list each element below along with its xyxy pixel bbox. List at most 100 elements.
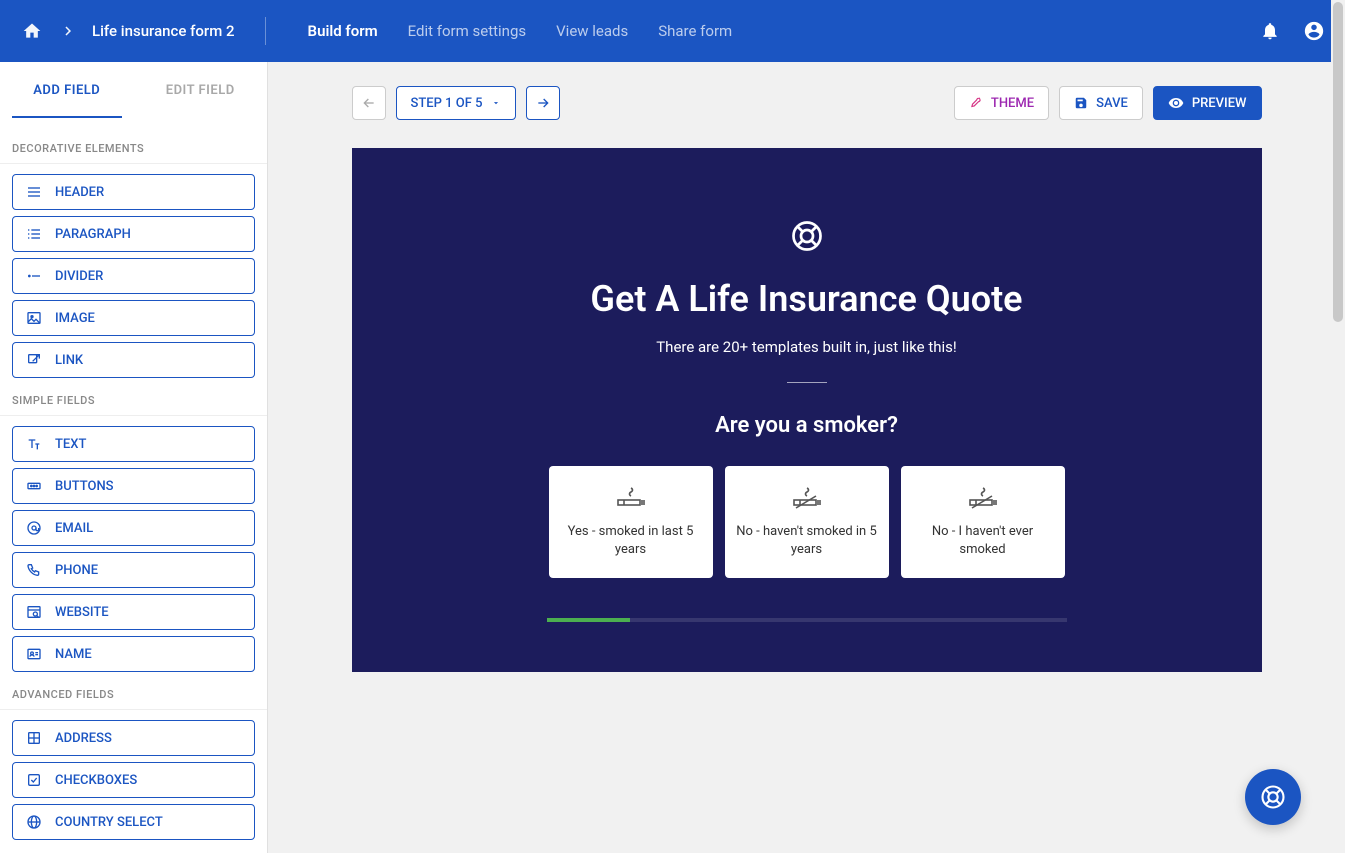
sidebar-tabs: ADD FIELD EDIT FIELD xyxy=(0,62,267,118)
section-title-simple: SIMPLE FIELDS xyxy=(0,378,267,416)
field-link[interactable]: LINK xyxy=(12,342,255,378)
section-title-decorative: DECORATIVE ELEMENTS xyxy=(0,118,267,164)
text-icon xyxy=(25,435,43,453)
progress-fill xyxy=(547,618,630,622)
field-list-simple: TEXT BUTTONS EMAIL PHONE WEBSITE NAME xyxy=(0,426,267,672)
field-label: TEXT xyxy=(55,437,86,452)
option-label: No - haven't smoked in 5 years xyxy=(735,523,879,558)
field-label: EMAIL xyxy=(55,521,93,536)
field-label: IMAGE xyxy=(55,311,95,326)
field-label: COUNTRY SELECT xyxy=(55,815,163,830)
header-icon xyxy=(25,183,43,201)
field-country-select[interactable]: COUNTRY SELECT xyxy=(12,804,255,840)
no-smoke-icon xyxy=(967,485,999,513)
sidebar-tab-add-field[interactable]: ADD FIELD xyxy=(0,62,134,118)
field-label: ADDRESS xyxy=(55,731,112,746)
field-label: BUTTONS xyxy=(55,479,114,494)
field-label: LINK xyxy=(55,353,83,368)
paragraph-icon xyxy=(25,225,43,243)
field-checkboxes[interactable]: CHECKBOXES xyxy=(12,762,255,798)
field-phone[interactable]: PHONE xyxy=(12,552,255,588)
toolbar: STEP 1 OF 5 THEME SAVE PREVIEW xyxy=(352,86,1262,120)
image-icon xyxy=(25,309,43,327)
tab-view-leads[interactable]: View leads xyxy=(556,22,628,40)
option-label: No - I haven't ever smoked xyxy=(911,523,1055,558)
section-title-advanced: ADVANCED FIELDS xyxy=(0,672,267,710)
field-list-advanced: ADDRESS CHECKBOXES COUNTRY SELECT xyxy=(0,720,267,840)
option-yes-smoked[interactable]: Yes - smoked in last 5 years xyxy=(549,466,713,578)
preview-label: PREVIEW xyxy=(1192,96,1247,111)
save-button[interactable]: SAVE xyxy=(1059,86,1143,120)
field-label: NAME xyxy=(55,647,92,662)
field-label: CHECKBOXES xyxy=(55,773,137,788)
field-label: PARAGRAPH xyxy=(55,227,131,242)
home-icon[interactable] xyxy=(20,19,44,43)
form-preview[interactable]: Get A Life Insurance Quote There are 20+… xyxy=(352,148,1262,672)
help-fab[interactable] xyxy=(1245,769,1301,825)
website-icon xyxy=(25,603,43,621)
field-buttons[interactable]: BUTTONS xyxy=(12,468,255,504)
sidebar: ADD FIELD EDIT FIELD DECORATIVE ELEMENTS… xyxy=(0,62,268,853)
field-label: PHONE xyxy=(55,563,98,578)
divider xyxy=(787,382,827,383)
chevron-right-icon xyxy=(56,19,80,43)
lifebuoy-icon xyxy=(789,218,825,254)
account-icon[interactable] xyxy=(1303,20,1325,42)
tab-edit-settings[interactable]: Edit form settings xyxy=(408,22,526,40)
top-tabs: Build form Edit form settings View leads… xyxy=(308,22,733,40)
field-label: DIVIDER xyxy=(55,269,103,284)
form-question: Are you a smoker? xyxy=(715,413,898,438)
option-no-5years[interactable]: No - haven't smoked in 5 years xyxy=(725,466,889,578)
field-paragraph[interactable]: PARAGRAPH xyxy=(12,216,255,252)
field-text[interactable]: TEXT xyxy=(12,426,255,462)
field-list-decorative: HEADER PARAGRAPH DIVIDER IMAGE LINK xyxy=(0,174,267,378)
field-name[interactable]: NAME xyxy=(12,636,255,672)
email-icon xyxy=(25,519,43,537)
theme-label: THEME xyxy=(991,96,1034,111)
form-subheading: There are 20+ templates built in, just l… xyxy=(656,338,957,356)
address-icon xyxy=(25,729,43,747)
field-website[interactable]: WEBSITE xyxy=(12,594,255,630)
field-header[interactable]: HEADER xyxy=(12,174,255,210)
step-label: STEP 1 OF 5 xyxy=(411,96,483,111)
name-icon xyxy=(25,645,43,663)
save-icon xyxy=(1074,96,1088,110)
preview-button[interactable]: PREVIEW xyxy=(1153,86,1262,120)
buttons-icon xyxy=(25,477,43,495)
link-icon xyxy=(25,351,43,369)
topbar-left: Life insurance form 2 Build form Edit fo… xyxy=(20,17,732,45)
prev-step-button xyxy=(352,86,386,120)
divider-icon xyxy=(25,267,43,285)
topbar-right xyxy=(1259,20,1325,42)
form-title: Life insurance form 2 xyxy=(92,17,266,45)
cigarette-icon xyxy=(615,485,647,513)
brush-icon xyxy=(969,96,983,110)
sidebar-tab-edit-field[interactable]: EDIT FIELD xyxy=(134,62,268,118)
save-label: SAVE xyxy=(1096,96,1128,111)
field-email[interactable]: EMAIL xyxy=(12,510,255,546)
field-label: WEBSITE xyxy=(55,605,109,620)
option-label: Yes - smoked in last 5 years xyxy=(559,523,703,558)
next-step-button[interactable] xyxy=(526,86,560,120)
tab-build-form[interactable]: Build form xyxy=(308,22,378,40)
progress-bar xyxy=(547,618,1067,622)
step-selector-button[interactable]: STEP 1 OF 5 xyxy=(396,86,516,120)
field-address[interactable]: ADDRESS xyxy=(12,720,255,756)
no-smoke-icon xyxy=(791,485,823,513)
option-never-smoked[interactable]: No - I haven't ever smoked xyxy=(901,466,1065,578)
field-image[interactable]: IMAGE xyxy=(12,300,255,336)
checkbox-icon xyxy=(25,771,43,789)
field-divider[interactable]: DIVIDER xyxy=(12,258,255,294)
country-icon xyxy=(25,813,43,831)
option-group: Yes - smoked in last 5 years No - haven'… xyxy=(549,466,1065,578)
notifications-icon[interactable] xyxy=(1259,20,1281,42)
scrollbar-thumb[interactable] xyxy=(1333,2,1343,322)
scrollbar[interactable] xyxy=(1331,0,1345,853)
topbar: Life insurance form 2 Build form Edit fo… xyxy=(0,0,1345,62)
field-label: HEADER xyxy=(55,185,104,200)
theme-button[interactable]: THEME xyxy=(954,86,1049,120)
canvas: STEP 1 OF 5 THEME SAVE PREVIEW xyxy=(268,62,1345,853)
eye-icon xyxy=(1168,95,1184,111)
tab-share-form[interactable]: Share form xyxy=(658,22,732,40)
form-heading: Get A Life Insurance Quote xyxy=(590,278,1022,320)
